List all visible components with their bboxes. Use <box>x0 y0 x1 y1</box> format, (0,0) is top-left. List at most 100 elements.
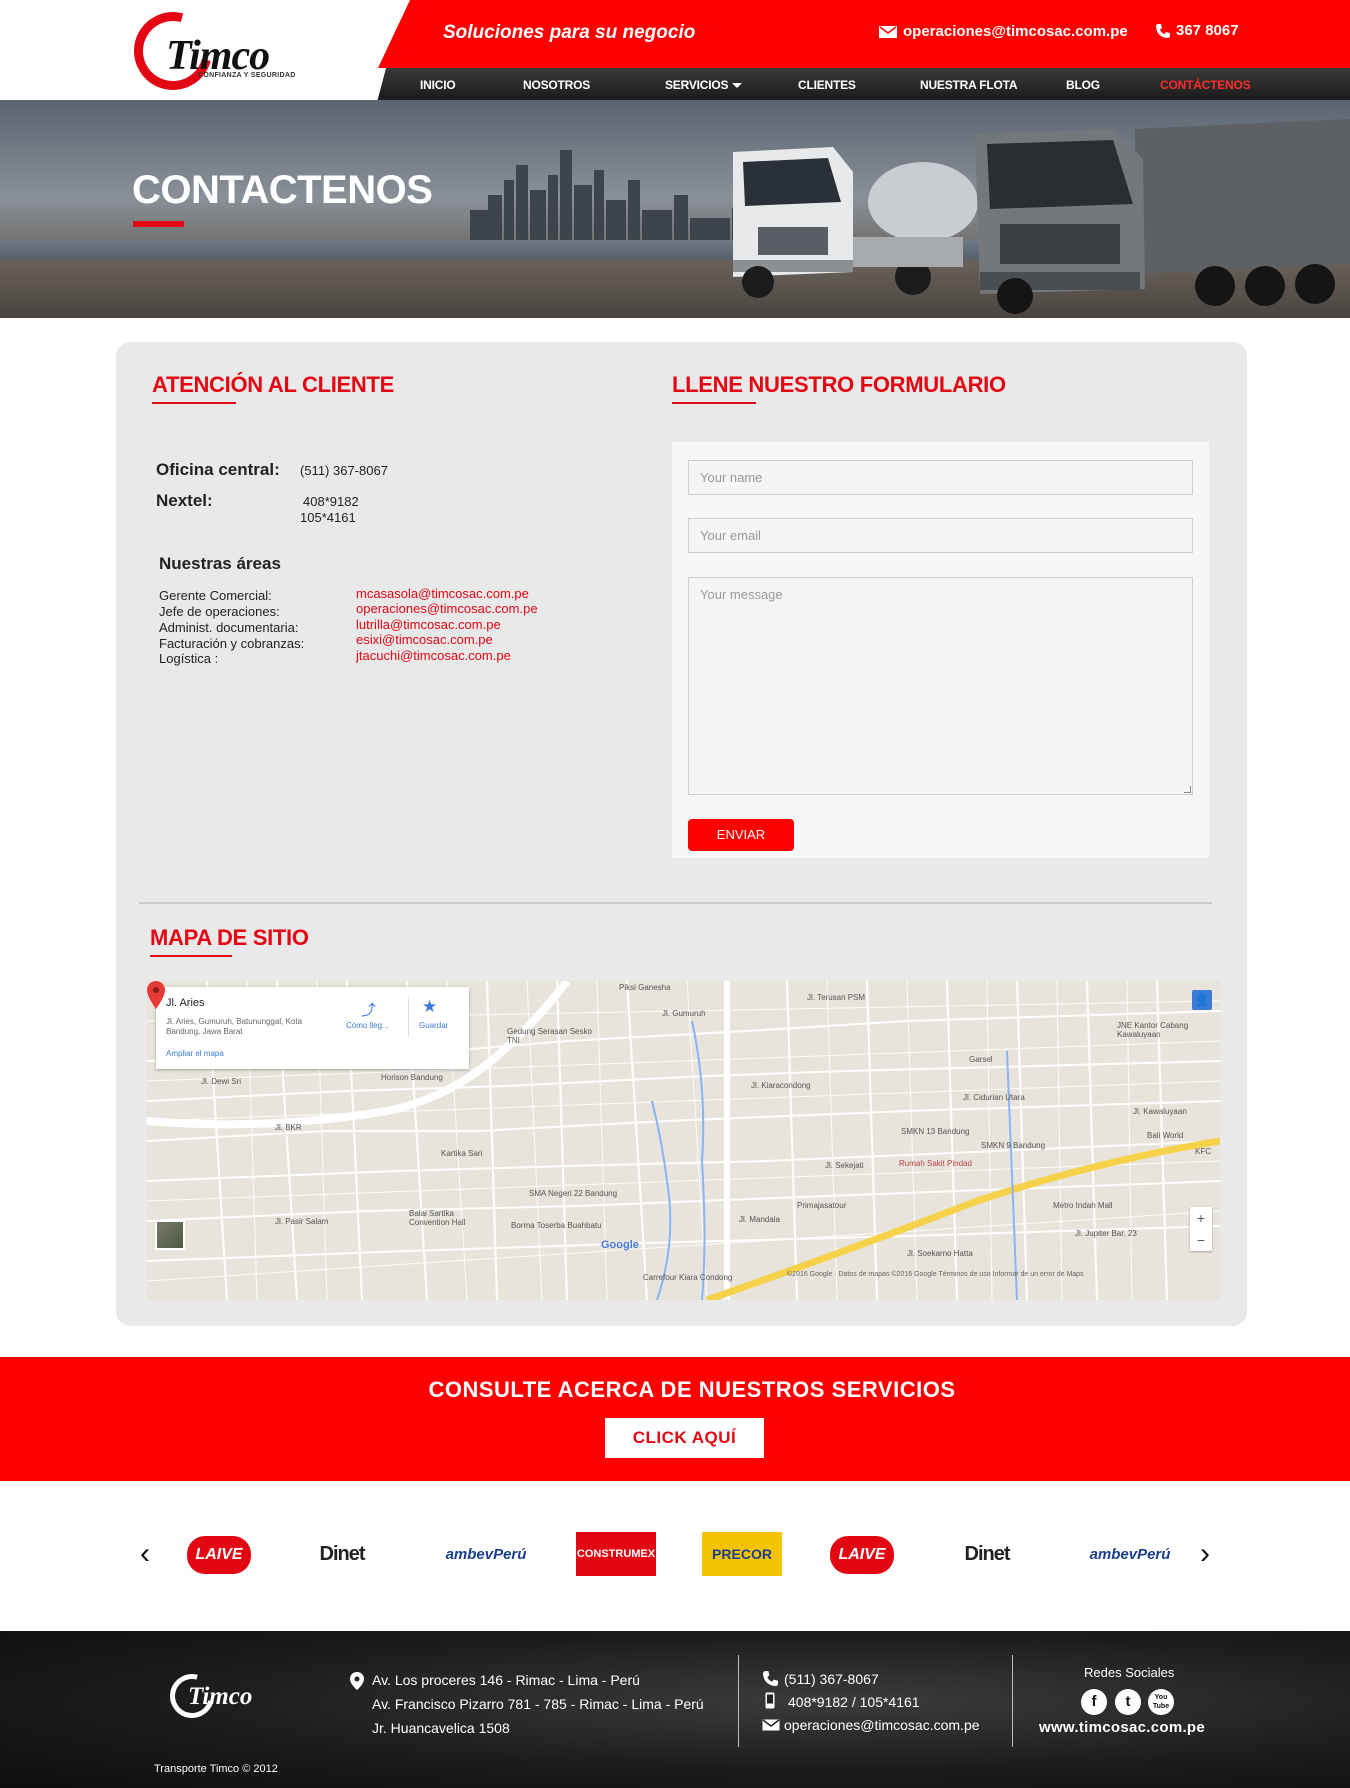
client-logo-laive: LAIVE <box>830 1536 894 1574</box>
client-logo-ambev: ambevPerú <box>1089 1545 1171 1563</box>
area-email[interactable]: lutrilla@timcosac.com.pe <box>356 617 501 632</box>
map-label: Jl. Kiaracondong <box>751 1081 811 1090</box>
map-label: Gedung Serasan Sesko TNI <box>507 1027 592 1045</box>
map-directions-link[interactable]: Cómo lleg... <box>346 1021 389 1030</box>
map-label: Jl. Dewi Sri <box>201 1077 242 1086</box>
google-logo: Google <box>601 1239 639 1251</box>
area-label: Gerente Comercial: <box>159 588 272 603</box>
footer-email[interactable]: operaciones@timcosac.com.pe <box>784 1717 980 1733</box>
email-field[interactable]: Your email <box>688 518 1193 553</box>
map-enlarge-link[interactable]: Ampliar el mapa <box>166 1049 224 1058</box>
map-label: Kartika Sari <box>441 1149 483 1158</box>
carousel-next-icon[interactable]: › <box>1200 1537 1210 1571</box>
client-logo-precor: PRECOR <box>702 1532 782 1576</box>
nav-blog[interactable]: BLOG <box>1066 78 1100 92</box>
section-divider <box>139 902 1212 904</box>
map-label: KFC <box>1195 1147 1211 1156</box>
footer-nextel: 408*9182 / 105*4161 <box>788 1694 920 1710</box>
zoom-in-icon[interactable]: + <box>1190 1207 1212 1229</box>
nav-clientes[interactable]: CLIENTES <box>798 78 856 92</box>
copyright: Transporte Timco © 2012 <box>154 1763 278 1775</box>
map-place-card: Jl. Aries Jl. Aries, Gumuruh, Batunungga… <box>156 987 469 1069</box>
send-button[interactable]: ENVIAR <box>688 819 794 851</box>
resize-handle-icon[interactable] <box>1184 786 1191 793</box>
star-icon[interactable]: ★ <box>422 997 437 1017</box>
map-title-underline <box>150 955 232 957</box>
map-label: Jl. Sekejati <box>825 1161 864 1170</box>
mobile-icon <box>765 1692 775 1709</box>
directions-icon[interactable]: ⤴ <box>361 999 376 1020</box>
message-field[interactable]: Your message <box>688 577 1193 795</box>
facebook-icon[interactable]: f <box>1081 1689 1107 1715</box>
phone-icon <box>763 1671 778 1686</box>
map-label: Carrefour Kiara Condong <box>643 1273 733 1282</box>
phone-icon <box>1156 23 1170 38</box>
social-title: Redes Sociales <box>1084 1665 1175 1680</box>
twitter-icon[interactable]: t <box>1115 1689 1141 1715</box>
footer-logo[interactable]: Timco <box>161 1665 270 1727</box>
client-logo-ambev: ambevPerú <box>445 1545 527 1563</box>
map-zoom-controls: + − <box>1190 1207 1212 1251</box>
cta-title: CONSULTE ACERCA DE NUESTROS SERVICIOS <box>428 1377 956 1402</box>
area-email[interactable]: mcasasola@timcosac.com.pe <box>356 586 529 601</box>
form-title-underline <box>672 402 756 404</box>
nextel-number-2: 105*4161 <box>300 510 356 525</box>
logo-tagline: CONFIANZA Y SEGURIDAD <box>198 72 296 79</box>
nav-inicio[interactable]: INICIO <box>420 78 456 92</box>
map-label: Bali World <box>1147 1131 1184 1140</box>
youtube-icon[interactable]: You Tube <box>1148 1689 1174 1715</box>
attention-title-underline <box>152 402 236 404</box>
client-logo-laive: LAIVE <box>187 1536 251 1574</box>
nav-contactenos[interactable]: CONTÁCTENOS <box>1160 78 1251 92</box>
area-email[interactable]: operaciones@timcosac.com.pe <box>356 601 538 616</box>
nextel-number-1: 408*9182 <box>303 494 359 509</box>
nav-nosotros[interactable]: NOSOTROS <box>523 78 590 92</box>
chevron-down-icon <box>732 83 743 89</box>
map-label: Jl. Pasir Salam <box>275 1217 329 1226</box>
area-email[interactable]: jtacuchi@timcosac.com.pe <box>356 648 511 663</box>
map-label: Jl. Kawaluyaan <box>1133 1107 1187 1116</box>
header-phone[interactable]: 367 8067 <box>1155 22 1239 39</box>
map-attribution[interactable]: ©2016 Google · Datos de mapas ©2016 Goog… <box>787 1271 1084 1278</box>
map-label: Borma Toserba Buahbatu <box>511 1221 602 1230</box>
header-email[interactable]: operaciones@timcosac.com.pe <box>879 23 1128 40</box>
nav-servicios[interactable]: SERVICIOS <box>665 78 743 92</box>
map-label: Jl. Terusan PSM <box>807 993 866 1002</box>
white-truck-image <box>733 147 978 298</box>
footer-logo-text: Timco <box>188 1683 253 1710</box>
area-label: Administ. documentaria: <box>159 620 299 635</box>
footer-address: Av. Francisco Pizarro 781 - 785 - Rimac … <box>372 1696 704 1712</box>
footer-phone: (511) 367-8067 <box>784 1671 879 1687</box>
map-label: Primajasatour <box>797 1201 847 1210</box>
map-marker-icon[interactable] <box>147 981 165 1009</box>
map-label: Metro Indah Mall <box>1053 1201 1113 1210</box>
form-title: LLENE NUESTRO FORMULARIO <box>672 372 1006 397</box>
click-here-button[interactable]: CLICK AQUÍ <box>605 1418 764 1458</box>
timco-logo[interactable]: Timco CONFIANZA Y SEGURIDAD <box>119 0 314 105</box>
nav-nuestra-flota[interactable]: NUESTRA FLOTA <box>920 78 1018 92</box>
carousel-prev-icon[interactable]: ‹ <box>140 1537 150 1571</box>
area-email[interactable]: esixi@timcosac.com.pe <box>356 632 493 647</box>
map-label: Jl. Cidurian Utara <box>963 1093 1025 1102</box>
mail-icon <box>762 1719 780 1731</box>
name-field[interactable]: Your name <box>688 460 1193 495</box>
title-underline <box>133 221 184 227</box>
google-map[interactable]: Jl. Aries Jl. Aries, Gumuruh, Batunungga… <box>147 981 1220 1300</box>
area-label: Facturación y cobranzas: <box>159 636 305 651</box>
office-phone: (511) 367-8067 <box>300 463 388 478</box>
street-view-icon[interactable]: 👤 <box>1192 990 1212 1010</box>
map-label: Jl. Jupiter Bar. 23 <box>1075 1229 1137 1238</box>
map-save-link[interactable]: Guardar <box>419 1021 448 1030</box>
satellite-toggle[interactable] <box>155 1220 185 1250</box>
map-label: SMA Negeri 22 Bandung <box>529 1189 618 1198</box>
areas-title: Nuestras áreas <box>159 554 281 573</box>
nav-servicios-label: SERVICIOS <box>665 78 729 92</box>
footer-website[interactable]: www.timcosac.com.pe <box>1039 1719 1205 1736</box>
zoom-out-icon[interactable]: − <box>1190 1229 1212 1251</box>
map-label: Jl. Mandala <box>739 1215 780 1224</box>
client-logo-dinet: Dinet <box>964 1542 1011 1565</box>
location-pin-icon <box>350 1672 364 1690</box>
page-title: CONTACTENOS <box>132 168 433 212</box>
map-place-name: Jl. Aries <box>166 997 205 1009</box>
map-place-address: Jl. Aries, Gumuruh, Batununggal, Kota Ba… <box>166 1017 303 1036</box>
